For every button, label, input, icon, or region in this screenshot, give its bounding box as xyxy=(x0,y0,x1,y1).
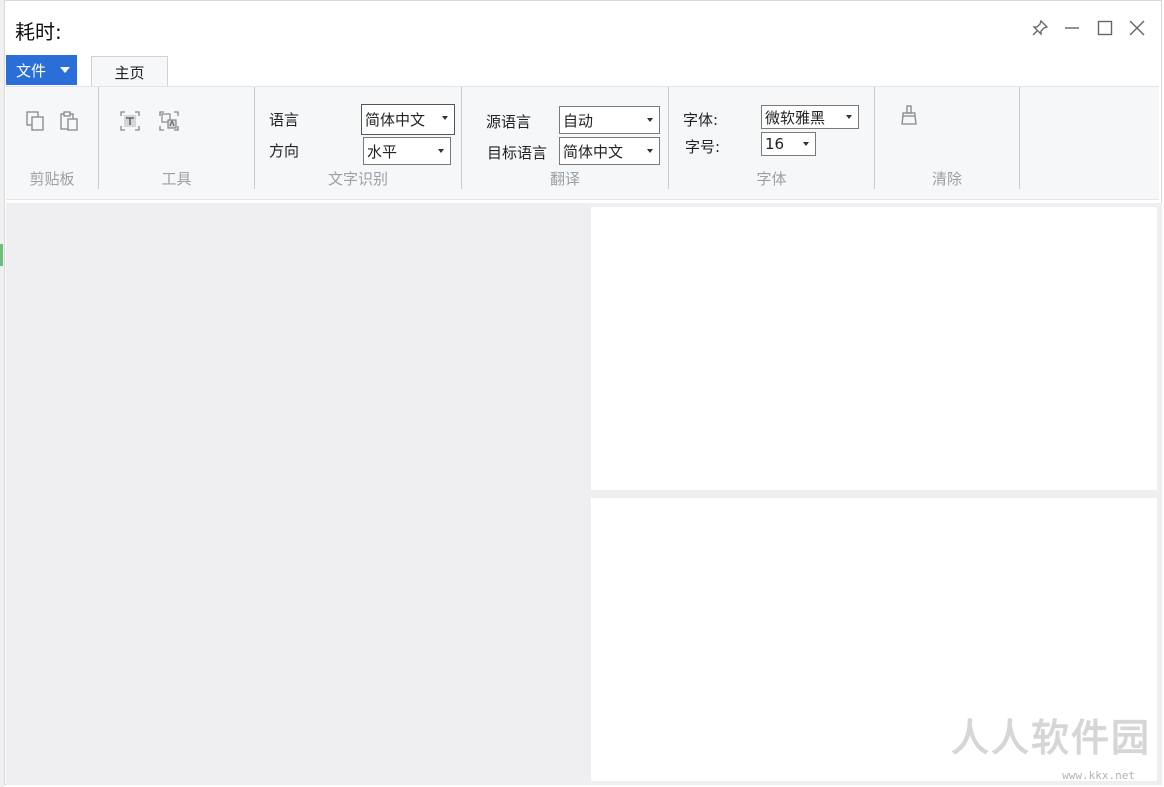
clipboard-group-label: 剪贴板 xyxy=(29,170,75,188)
language-select[interactable]: 简体中文 xyxy=(361,104,455,135)
text-recognize-icon[interactable] xyxy=(116,107,144,135)
ocr-group-label: 文字识别 xyxy=(327,170,388,188)
chevron-down-icon xyxy=(846,115,852,119)
font-family-value: 微软雅黑 xyxy=(765,108,826,127)
pin-icon[interactable] xyxy=(1029,17,1051,39)
maximize-icon[interactable] xyxy=(1094,17,1116,39)
tools-group-label: 工具 xyxy=(161,170,192,188)
translate-group: 源语言 自动 目标语言 简体中文 翻译 xyxy=(462,87,668,189)
minimize-icon[interactable] xyxy=(1061,17,1083,39)
source-language-label: 源语言 xyxy=(486,113,532,131)
ocr-group: 语言 简体中文 方向 水平 文字识别 xyxy=(255,87,461,189)
font-size-select[interactable]: 16 xyxy=(761,132,816,156)
clipboard-group: 剪贴板 xyxy=(6,87,98,189)
ribbon: 剪贴板 工具 语言 简体中文 方向 水平 文字识别 源语言 自动 目标语言 简体… xyxy=(6,86,1159,200)
direction-select-value: 水平 xyxy=(367,142,398,161)
direction-select[interactable]: 水平 xyxy=(363,137,451,165)
target-language-select[interactable]: 简体中文 xyxy=(559,137,660,165)
font-group: 字体: 微软雅黑 字号: 16 字体 xyxy=(669,87,874,189)
font-family-label: 字体: xyxy=(683,111,719,129)
tools-group: 工具 xyxy=(99,87,254,189)
broom-icon[interactable] xyxy=(895,101,923,129)
clear-group: 清除 xyxy=(875,87,1019,189)
font-size-label: 字号: xyxy=(685,138,721,156)
file-menu-button[interactable]: 文件 xyxy=(6,55,77,85)
tab-home[interactable]: 主页 xyxy=(91,56,168,87)
translate-group-label: 翻译 xyxy=(549,170,580,188)
target-language-value: 简体中文 xyxy=(563,142,624,161)
image-preview-pane[interactable] xyxy=(6,203,589,785)
language-label: 语言 xyxy=(269,111,300,129)
file-menu-label: 文件 xyxy=(16,61,47,80)
source-language-value: 自动 xyxy=(563,111,594,130)
recognized-text-pane[interactable] xyxy=(591,207,1157,490)
font-group-label: 字体 xyxy=(756,170,787,188)
target-language-label: 目标语言 xyxy=(487,144,548,162)
chevron-down-icon xyxy=(803,142,809,146)
background-app-marker xyxy=(0,244,3,266)
ribbon-divider xyxy=(1019,87,1020,189)
translate-tool-icon[interactable] xyxy=(155,107,183,135)
paste-icon[interactable] xyxy=(55,107,83,135)
title-bar: 耗时: xyxy=(5,1,1161,55)
font-size-value: 16 xyxy=(765,135,785,153)
copy-icon[interactable] xyxy=(21,107,49,135)
language-select-value: 简体中文 xyxy=(365,111,426,129)
results-area xyxy=(589,203,1162,785)
close-icon[interactable] xyxy=(1126,17,1148,39)
clear-group-label: 清除 xyxy=(931,170,962,188)
watermark-url: www.kkx.net xyxy=(1062,769,1135,782)
watermark-text: 人人软件园 xyxy=(950,716,1151,760)
window-title: 耗时: xyxy=(15,20,62,44)
app-window: 耗时: 文件 主页 剪贴板 工具 语言 简体中文 方向 水平 文字识别 源语言 … xyxy=(4,0,1162,785)
font-family-select[interactable]: 微软雅黑 xyxy=(761,105,859,129)
chevron-down-icon xyxy=(647,118,653,122)
direction-label: 方向 xyxy=(269,142,300,160)
chevron-down-icon xyxy=(438,149,444,153)
chevron-down-icon xyxy=(442,116,448,120)
source-language-select[interactable]: 自动 xyxy=(559,106,660,134)
chevron-down-icon xyxy=(60,67,71,73)
chevron-down-icon xyxy=(647,149,653,153)
